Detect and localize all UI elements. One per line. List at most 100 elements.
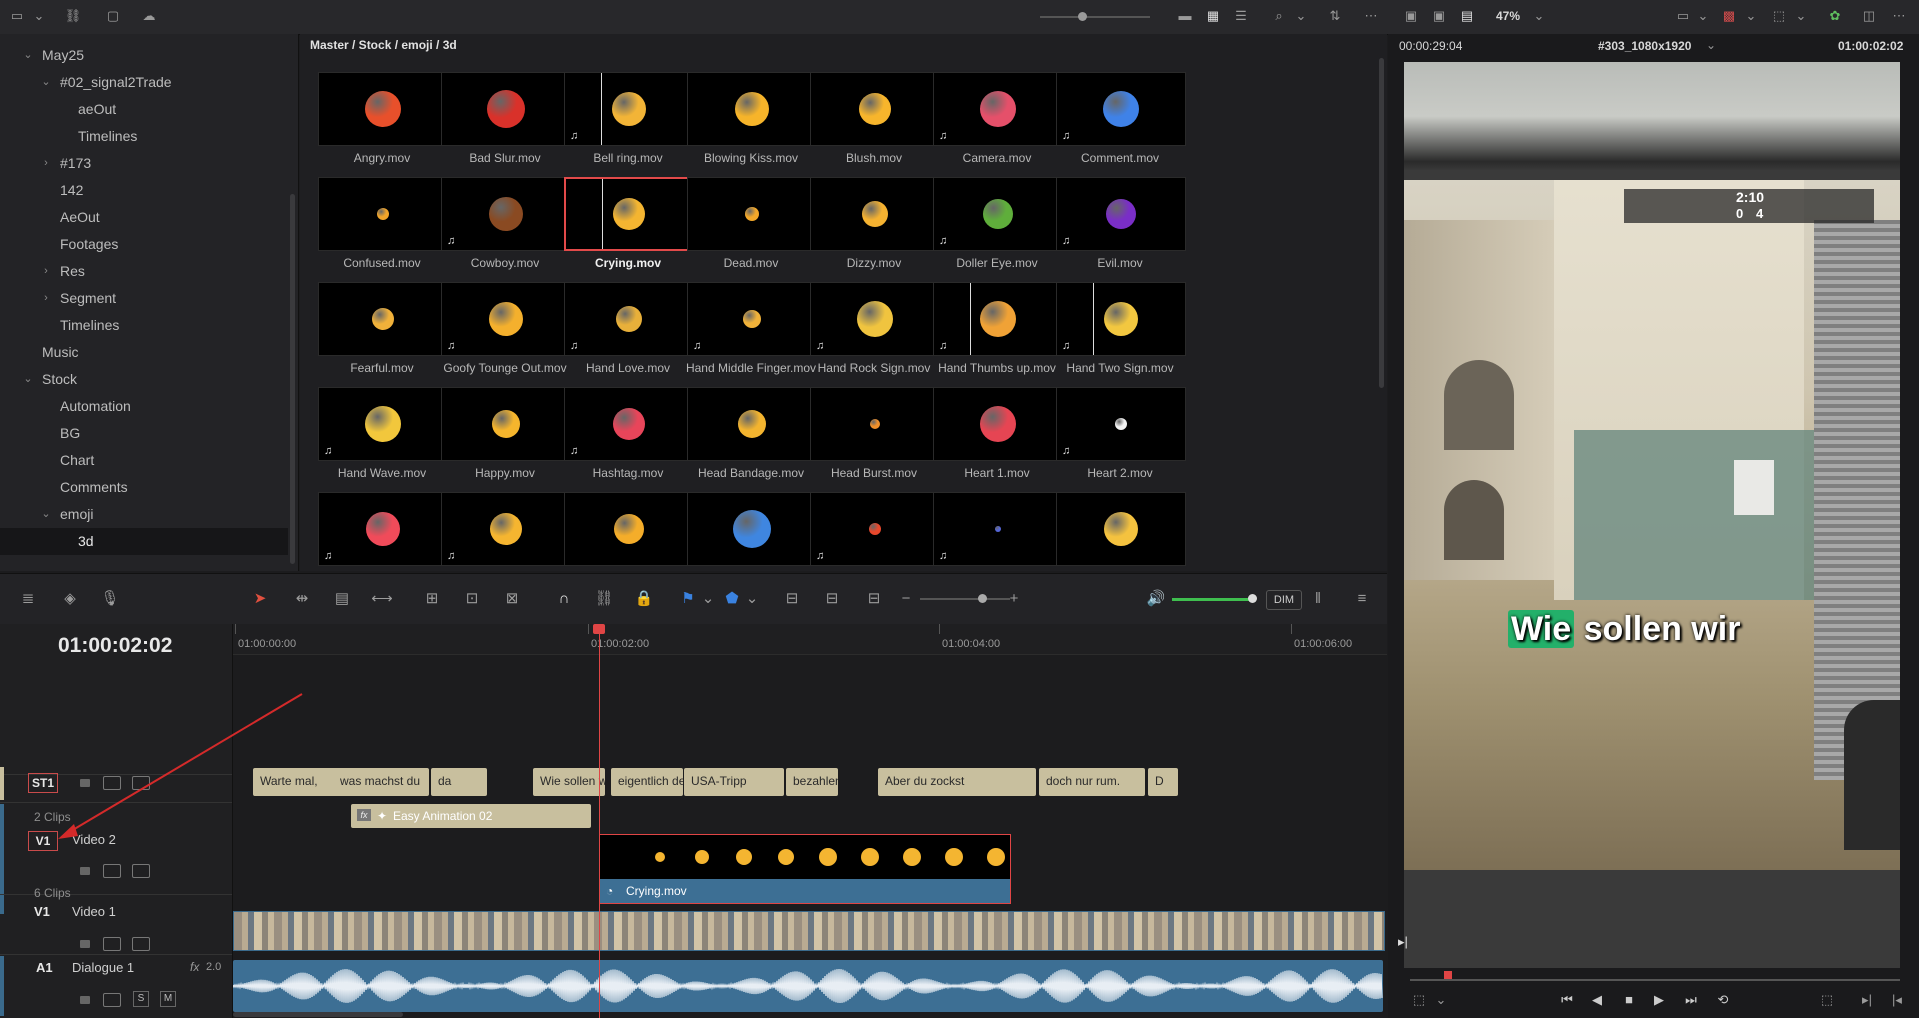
subtitle-clip[interactable]: Aber du zockst <box>878 768 1036 796</box>
sidebar-item[interactable]: › Res <box>0 258 288 285</box>
media-clip-thumb[interactable] <box>687 177 817 251</box>
chevron-down-icon[interactable]: ⌄ <box>22 42 34 69</box>
media-clip-name[interactable]: Evil.mov <box>1045 256 1195 270</box>
replace-clip-icon[interactable]: ⊠ <box>500 589 524 609</box>
subtitle-clip[interactable]: doch nur rum. <box>1039 768 1145 796</box>
sidebar-item[interactable]: Timelines <box>0 312 288 339</box>
chevron-down-icon[interactable]: ⌄ <box>1742 8 1760 24</box>
sidebar-item[interactable]: ⌄ #02_signal2Trade <box>0 69 288 96</box>
zoom-full-icon[interactable]: ⊟ <box>780 589 804 609</box>
media-clip-thumb[interactable] <box>318 177 448 251</box>
play-icon[interactable]: ▶ <box>1650 992 1668 1008</box>
media-clip-thumb[interactable] <box>564 177 694 251</box>
media-clip-thumb[interactable]: ♫ <box>318 492 448 566</box>
media-clip-thumb[interactable] <box>687 72 817 146</box>
media-clip-thumb[interactable]: ♫ <box>441 282 571 356</box>
media-clip-thumb[interactable]: ♫ <box>933 282 1063 356</box>
more-icon[interactable]: ⋯ <box>1362 8 1380 24</box>
media-clip-thumb[interactable]: ♫ <box>687 282 817 356</box>
media-clip-name[interactable]: Hand Two Sign.mov <box>1045 361 1195 375</box>
crop-icon[interactable]: ⬚ <box>1410 992 1428 1008</box>
sidebar-item[interactable]: Chart <box>0 447 288 474</box>
chevron-down-icon[interactable]: ⌄ <box>740 589 764 609</box>
chevron-down-icon[interactable]: ⌄ <box>1706 38 1716 52</box>
meter-icon[interactable]: ‖ <box>1306 589 1330 609</box>
next-frame-icon[interactable]: ▸| <box>1858 992 1876 1008</box>
film-icon[interactable] <box>132 937 150 951</box>
media-clip-name[interactable]: Heart 2.mov <box>1045 466 1195 480</box>
selection-pointer-icon[interactable]: ➤ <box>248 589 272 609</box>
playhead-handle[interactable] <box>593 624 605 634</box>
color-wheel-icon[interactable]: ✿ <box>1826 8 1844 24</box>
viewer-mode-icon[interactable]: ▣ <box>1402 8 1420 24</box>
transform-icon[interactable]: ⬚ <box>1770 8 1788 24</box>
media-clip-thumb[interactable]: ♫ <box>441 177 571 251</box>
media-clip-thumb[interactable] <box>564 492 694 566</box>
media-clip-thumb[interactable]: ♫ <box>1056 72 1186 146</box>
subtitle-clip[interactable]: USA-Tripp <box>684 768 784 796</box>
chevron-down-icon[interactable]: ⌄ <box>40 69 52 96</box>
chevron-down-icon[interactable]: ⌄ <box>22 366 34 393</box>
grid-view-icon[interactable]: ▦ <box>1204 8 1222 24</box>
solo-button[interactable]: S <box>133 991 149 1007</box>
track-badge-v2[interactable]: V1 <box>28 831 58 851</box>
time-ruler[interactable]: 01:00:00:00 01:00:02:00 01:00:04:00 01:0… <box>233 624 1387 655</box>
fx-label[interactable]: fx <box>190 960 199 974</box>
chevron-down-icon[interactable]: ⌄ <box>1292 8 1310 24</box>
sidebar-item[interactable]: Music <box>0 339 288 366</box>
zoom-out-icon[interactable]: − <box>894 589 918 609</box>
blade-icon[interactable]: ▤ <box>330 589 354 609</box>
trim-icon[interactable]: ⇹ <box>290 589 314 609</box>
sidebar-item[interactable]: ⌄ May25 <box>0 42 288 69</box>
sidebar-item[interactable]: ⌄ Stock <box>0 366 288 393</box>
auto-select-icon[interactable] <box>103 993 121 1007</box>
play-marker-icon[interactable]: ▸| <box>1398 934 1408 950</box>
sidebar-scrollbar[interactable] <box>290 194 295 564</box>
media-clip-thumb[interactable] <box>933 387 1063 461</box>
track-badge-st1[interactable]: ST1 <box>28 773 58 793</box>
sidebar-item[interactable]: AeOut <box>0 204 288 231</box>
fullscreen-icon[interactable]: ⬚ <box>1818 992 1836 1008</box>
media-clip-thumb[interactable] <box>687 387 817 461</box>
media-clip-thumb[interactable] <box>318 282 448 356</box>
media-clip-thumb[interactable]: ♫ <box>933 177 1063 251</box>
media-clip-thumb[interactable]: ♫ <box>810 492 940 566</box>
media-clip-thumb[interactable] <box>810 72 940 146</box>
dim-button[interactable]: DIM <box>1266 590 1302 610</box>
crying-clip[interactable]: ◔ Crying.mov <box>599 834 1011 904</box>
viewer-mode-icon[interactable]: ▣ <box>1430 8 1448 24</box>
sidebar-item[interactable]: 3d <box>0 528 288 555</box>
auto-select-icon[interactable] <box>103 864 121 878</box>
media-clip-thumb[interactable]: ♫ <box>1056 387 1186 461</box>
sidebar-item[interactable]: 142 <box>0 177 288 204</box>
viewer-scrubber[interactable] <box>1410 971 1900 981</box>
media-clip-thumb[interactable] <box>441 72 571 146</box>
subtitle-clip[interactable]: eigentlich den <box>611 768 683 796</box>
media-clip-thumb[interactable] <box>810 387 940 461</box>
chevron-down-icon[interactable]: ⌄ <box>1432 992 1450 1008</box>
audio-clip[interactable] <box>233 960 1383 1012</box>
media-clip-thumb[interactable]: ♫ <box>810 282 940 356</box>
chevron-down-icon[interactable]: ⌄ <box>1530 8 1548 24</box>
chat-icon[interactable]: ▢ <box>104 8 122 24</box>
auto-select-icon[interactable] <box>103 937 121 951</box>
lock-icon[interactable] <box>80 940 90 948</box>
sort-icon[interactable]: ⇅ <box>1326 8 1344 24</box>
chevron-down-icon[interactable]: ⌄ <box>30 8 48 24</box>
chevron-right-icon[interactable]: › <box>40 285 52 312</box>
speaker-icon[interactable]: 🔊 <box>1144 589 1168 609</box>
media-clip-thumb[interactable] <box>441 387 571 461</box>
lock-icon[interactable] <box>80 779 90 787</box>
chevron-down-icon[interactable]: ⌄ <box>1792 8 1810 24</box>
track-name-video2[interactable]: Video 2 <box>72 832 116 847</box>
timeline-zoom-slider[interactable] <box>920 594 1010 603</box>
timeline-name[interactable]: #303_1080x1920 <box>1598 39 1691 53</box>
layers-icon[interactable]: ◈ <box>58 589 82 609</box>
safe-area-icon[interactable]: ▩ <box>1720 8 1738 24</box>
subtitle-clip[interactable]: da <box>431 768 487 796</box>
slider-knob[interactable] <box>1248 594 1257 603</box>
split-view-icon[interactable]: ◫ <box>1860 8 1878 24</box>
stop-icon[interactable]: ■ <box>1620 992 1638 1008</box>
microphone-icon[interactable]: 🎙 <box>98 589 122 609</box>
dynamic-trim-icon[interactable]: ⟷ <box>370 589 394 609</box>
